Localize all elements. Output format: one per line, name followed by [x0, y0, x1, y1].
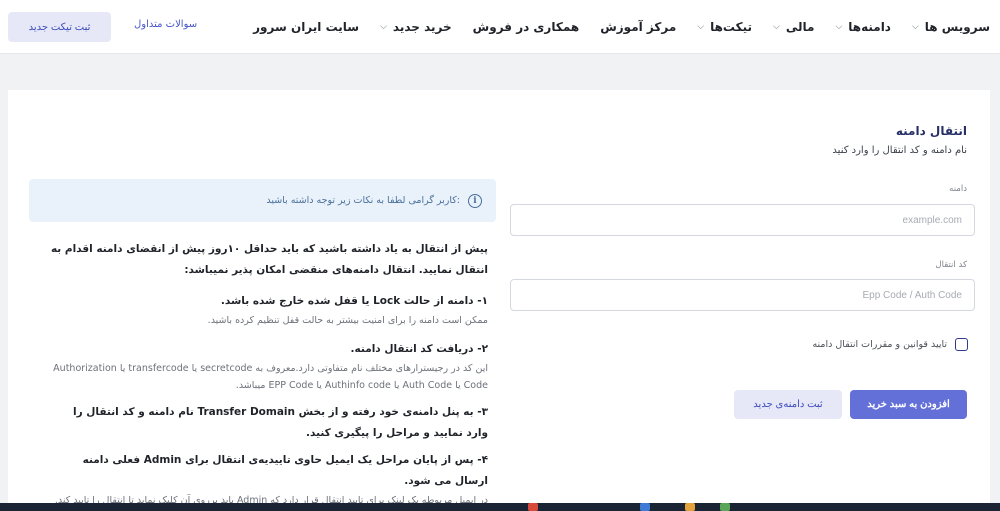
faq-link[interactable]: سوالات متداول	[134, 19, 197, 30]
step-1-title: ۱- دامنه از حالت Lock یا قفل شده خارج شد…	[220, 295, 488, 307]
menu-tickets-label: تیکت‌ها	[710, 20, 753, 34]
menu-domains[interactable]: دامنه‌ها ⌵	[835, 20, 891, 34]
os-taskbar	[0, 503, 1000, 511]
terms-agreement: تایید قوانین و مقررات انتقال دامنه	[812, 338, 968, 351]
domain-transfer-card: انتقال دامنه نام دامنه و کد انتقال را وا…	[8, 90, 990, 511]
chevron-down-icon: ⌵	[911, 22, 919, 32]
menu-learning-center-label: مرکز آموزش	[600, 20, 677, 34]
top-navbar: سرویس ها ⌵ دامنه‌ها ⌵ مالی ⌵ تیکت‌ها ⌵ م…	[0, 0, 1000, 54]
taskbar-app-icon[interactable]	[640, 503, 650, 511]
menu-affiliate[interactable]: همکاری در فروش	[473, 20, 580, 34]
step-1-desc: ممکن است دامنه را برای امنیت بیشتر به حا…	[207, 315, 488, 326]
chevron-down-icon: ⌵	[697, 22, 705, 32]
info-alert: i کاربر گرامی لطفا به نکات زیر توجه داشت…	[29, 179, 496, 222]
info-alert-text: کاربر گرامی لطفا به نکات زیر توجه داشته …	[266, 195, 460, 206]
transfer-step-4: ۴- پس از پایان مراحل یک ایمیل حاوی تایید…	[48, 450, 488, 511]
intro-text: پیش از انتقال به یاد داشته باشید که باید…	[50, 243, 488, 276]
transfer-intro: پیش از انتقال به یاد داشته باشید که باید…	[48, 239, 488, 281]
page-subtitle: نام دامنه و کد انتقال را وارد کنید	[832, 145, 967, 156]
menu-billing[interactable]: مالی ⌵	[773, 20, 814, 34]
domain-field-label: دامنه	[949, 184, 967, 194]
chevron-down-icon: ⌵	[773, 22, 780, 32]
taskbar-app-icon[interactable]	[528, 503, 538, 511]
chevron-down-icon: ⌵	[835, 22, 843, 32]
menu-iranserver-site[interactable]: سایت ایران سرور	[253, 20, 359, 34]
register-new-domain-button[interactable]: ثبت دامنه‌ی جدید	[734, 390, 842, 419]
auth-code-field-label: کد انتقال	[935, 260, 967, 270]
terms-checkbox[interactable]	[955, 338, 968, 351]
auth-code-input[interactable]	[510, 279, 975, 311]
menu-iranserver-site-label: سایت ایران سرور	[253, 20, 360, 34]
step-3-title: ۳- به پنل دامنه‌ی خود رفته و از بخش Tran…	[73, 406, 488, 439]
domain-input[interactable]	[510, 204, 975, 236]
menu-tickets[interactable]: تیکت‌ها ⌵	[697, 20, 752, 34]
transfer-step-3: ۳- به پنل دامنه‌ی خود رفته و از بخش Tran…	[48, 402, 488, 444]
new-ticket-button[interactable]: ثبت تیکت جدید	[8, 12, 111, 42]
step-4-title: ۴- پس از پایان مراحل یک ایمیل حاوی تایید…	[82, 454, 488, 487]
info-icon: i	[468, 193, 482, 208]
add-to-cart-button[interactable]: افزودن به سبد خرید	[850, 390, 967, 419]
terms-label[interactable]: تایید قوانین و مقررات انتقال دامنه	[812, 339, 947, 350]
taskbar-app-icon[interactable]	[685, 503, 695, 511]
chevron-down-icon: ⌵	[380, 22, 387, 32]
transfer-step-2: ۲- دریافت کد انتقال دامنه. این کد در رجی…	[48, 339, 488, 394]
step-2-title: ۲- دریافت کد انتقال دامنه.	[350, 343, 488, 355]
main-menu: سرویس ها ⌵ دامنه‌ها ⌵ مالی ⌵ تیکت‌ها ⌵ م…	[253, 0, 990, 54]
menu-billing-label: مالی	[785, 20, 815, 34]
menu-services-label: سرویس ها	[924, 20, 990, 34]
menu-new-purchase[interactable]: خرید جدید ⌵	[380, 20, 452, 34]
page-title: انتقال دامنه	[895, 124, 967, 138]
step-2-desc: این کد در رجیسترارهای مختلف نام متفاوتی …	[53, 363, 488, 391]
menu-learning-center[interactable]: مرکز آموزش	[600, 20, 676, 34]
menu-affiliate-label: همکاری در فروش	[472, 20, 580, 34]
menu-new-purchase-label: خرید جدید	[392, 20, 452, 34]
menu-domains-label: دامنه‌ها	[848, 20, 891, 34]
menu-services[interactable]: سرویس ها ⌵	[912, 20, 990, 34]
transfer-step-1: ۱- دامنه از حالت Lock یا قفل شده خارج شد…	[48, 291, 488, 329]
taskbar-app-icon[interactable]	[720, 503, 730, 511]
